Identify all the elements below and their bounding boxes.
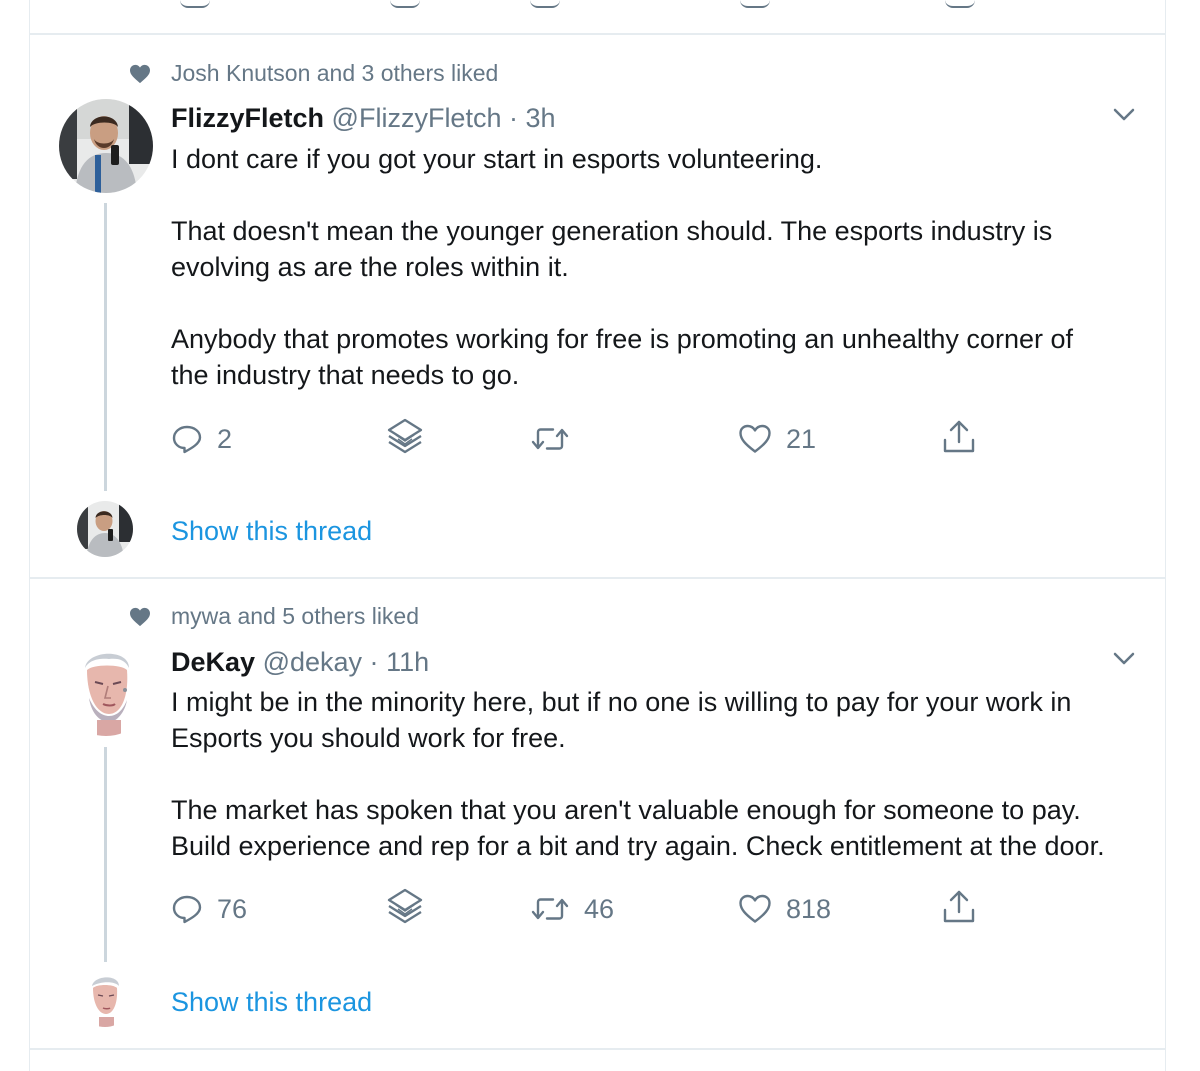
reply-icon	[172, 895, 202, 924]
tweet-card[interactable]: Josh Knutson and 3 others liked FlizzyFl…	[30, 35, 1165, 579]
retweet-button[interactable]: 46	[530, 891, 614, 927]
tweet-text-gap	[171, 177, 1141, 213]
display-name[interactable]: FlizzyFletch	[171, 103, 324, 133]
reply-button[interactable]: 76	[171, 891, 247, 927]
share-icon	[943, 890, 975, 923]
like-count: 21	[786, 423, 817, 454]
social-context-text: mywa and 5 others liked	[171, 603, 420, 629]
tweet-text-line: Esports you should work for free.	[171, 723, 566, 753]
tweet-text-line: evolving as are the roles within it.	[171, 252, 569, 282]
reply-button[interactable]: 2	[171, 421, 232, 457]
tweet-text-line: That doesn't mean the younger generation…	[171, 216, 1053, 246]
chevron-down-icon[interactable]	[1113, 108, 1135, 122]
avatar-image	[77, 971, 133, 1027]
retweet-button[interactable]	[530, 421, 584, 457]
thread-avatar[interactable]	[77, 501, 133, 557]
reply-icon[interactable]	[180, 0, 210, 8]
show-thread-link[interactable]: Show this thread	[171, 985, 372, 1019]
tweet-header: DeKay @dekay · 11h	[171, 645, 429, 679]
separator-dot: ·	[509, 103, 518, 133]
share-icon	[943, 420, 975, 453]
chevron-down-icon[interactable]	[1113, 652, 1135, 666]
social-context: mywa and 5 others liked	[130, 602, 420, 630]
tweet-text-line: the industry that needs to go.	[171, 360, 520, 390]
reply-count: 76	[217, 893, 248, 924]
share-button[interactable]	[942, 889, 976, 925]
avatar[interactable]	[59, 642, 153, 736]
like-button[interactable]: 818	[738, 891, 831, 927]
share-button[interactable]	[942, 419, 976, 455]
user-handle[interactable]: @dekay	[263, 647, 362, 677]
thread-line	[104, 747, 107, 962]
tweet-card[interactable]: mywa and 5 others liked DeKay @dekay · 1…	[30, 579, 1165, 1050]
show-thread-link[interactable]: Show this thread	[171, 514, 372, 548]
tweet-text-gap	[171, 756, 1141, 792]
like-button[interactable]: 21	[738, 421, 816, 457]
retweet-icon	[531, 428, 569, 450]
social-context: Josh Knutson and 3 others liked	[130, 59, 499, 87]
timeline: Josh Knutson and 3 others liked FlizzyFl…	[29, 0, 1166, 1071]
retweet-icon[interactable]	[530, 0, 560, 8]
timestamp[interactable]: 3h	[526, 103, 556, 133]
tweet-text-line: I might be in the minority here, but if …	[171, 687, 1072, 717]
retweet-count: 46	[584, 893, 615, 924]
user-handle[interactable]: @FlizzyFletch	[332, 103, 502, 133]
timestamp[interactable]: 11h	[386, 647, 429, 677]
layers-icon	[387, 418, 423, 454]
display-name[interactable]: DeKay	[171, 647, 255, 677]
previous-tweet-actions-fragment	[30, 0, 1165, 35]
thread-line	[104, 203, 107, 491]
avatar[interactable]	[59, 99, 153, 193]
heart-outline-icon[interactable]	[740, 0, 770, 8]
heart-solid-icon	[130, 64, 150, 84]
tweet-text-line: Anybody that promotes working for free i…	[171, 324, 1073, 354]
retweet-icon	[531, 898, 569, 920]
tweet-text: I dont care if you got your start in esp…	[171, 141, 1141, 393]
reply-count: 2	[217, 423, 233, 454]
heart-outline-icon	[739, 424, 771, 453]
reply-icon	[172, 425, 202, 454]
social-context-text: Josh Knutson and 3 others liked	[171, 60, 499, 86]
heart-solid-icon	[130, 607, 150, 627]
tweet-text-line: I dont care if you got your start in esp…	[171, 144, 823, 174]
thread-avatar[interactable]	[77, 971, 133, 1027]
avatar-image	[59, 642, 153, 736]
tweet-text-gap	[171, 285, 1141, 321]
layers-icon[interactable]	[390, 0, 420, 8]
like-count: 818	[786, 893, 832, 924]
avatar-image	[59, 99, 153, 193]
avatar-image	[77, 501, 133, 557]
tweet-text: I might be in the minority here, but if …	[171, 684, 1141, 864]
tweet-header: FlizzyFletch @FlizzyFletch · 3h	[171, 101, 556, 135]
share-icon[interactable]	[945, 0, 975, 8]
heart-outline-icon	[739, 894, 771, 923]
tweet-text-line: The market has spoken that you aren't va…	[171, 795, 1081, 825]
layers-icon	[387, 888, 423, 924]
layers-button[interactable]	[386, 888, 424, 925]
separator-dot: ·	[369, 647, 379, 677]
layers-button[interactable]	[386, 418, 424, 455]
tweet-text-line: Build experience and rep for a bit and t…	[171, 831, 1105, 861]
